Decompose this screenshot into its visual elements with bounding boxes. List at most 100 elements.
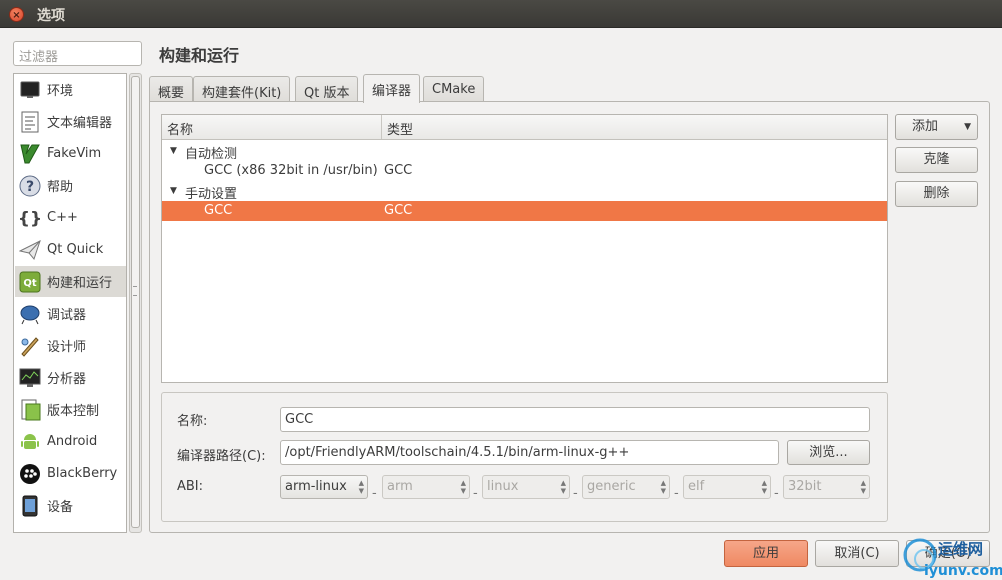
tree-group-auto[interactable]: ▼ 自动检测 [162,141,887,162]
sidebar-item-label: 帮助 [47,180,74,195]
spinner-arrows-icon: ▲ ▼ [860,479,866,495]
abi-flavor-select[interactable]: generic ▲ ▼ [582,475,670,499]
close-window-button[interactable]: × [9,7,24,22]
sidebar-scrollbar[interactable] [129,73,142,533]
sidebar-item-build-run[interactable]: Qt 构建和运行 [15,266,126,297]
sidebar-item-environment[interactable]: 环境 [15,74,126,105]
name-field[interactable]: GCC [280,407,870,432]
debugger-icon [19,303,41,325]
help-icon: ? [19,175,41,197]
browse-button[interactable]: 浏览... [787,440,870,465]
device-icon [19,495,41,517]
sidebar-item-qt-quick[interactable]: Qt Quick [15,234,126,265]
clone-button[interactable]: 克隆 [895,147,978,173]
tab-cmake[interactable]: CMake [423,76,485,102]
delete-button[interactable]: 删除 [895,181,978,207]
sidebar-item-fakevim[interactable]: FakeVim [15,138,126,169]
window-title: 选项 [37,8,65,24]
fakevim-icon [19,143,41,165]
sidebar-item-label: 设备 [47,500,74,515]
abi-label: ABI: [177,479,204,494]
column-header-name[interactable]: 名称 [162,115,382,139]
apply-button[interactable]: 应用 [724,540,808,567]
version-control-icon [19,399,41,421]
abi-architecture-select[interactable]: arm ▲ ▼ [382,475,470,499]
abi-value: linux [487,479,519,494]
sidebar-item-label: 版本控制 [47,404,100,419]
table-row-selected[interactable]: GCC GCC [162,201,887,221]
abi-separator: - [774,486,779,501]
filter-input[interactable]: 过滤器 [13,41,142,66]
paper-plane-icon [19,239,41,261]
compiler-path-field[interactable]: /opt/FriendlyARM/toolschain/4.5.1/bin/ar… [280,440,779,465]
sidebar-item-label: 调试器 [47,308,87,323]
watermark-logo: 运维网 iyunv.com [902,533,1002,580]
sidebar-item-cpp[interactable]: {} C++ [15,202,126,233]
tab-overview[interactable]: 概要 [149,76,194,102]
tab-kits[interactable]: 构建套件(Kit) [193,76,291,102]
abi-separator: - [674,486,679,501]
spinner-arrows-icon: ▲ ▼ [560,479,566,495]
tab-compilers[interactable]: 编译器 [363,74,421,103]
expand-arrow-icon[interactable]: ▼ [170,186,177,196]
sidebar-item-version-control[interactable]: 版本控制 [15,394,126,425]
page-title: 构建和运行 [159,46,240,65]
sidebar-item-android[interactable]: Android [15,426,126,457]
abi-width-select[interactable]: 32bit ▲ ▼ [783,475,870,499]
sidebar-item-label: 设计师 [47,340,87,355]
tab-qt-versions[interactable]: Qt 版本 [295,76,359,102]
sidebar-item-blackberry[interactable]: BlackBerry [15,458,126,489]
abi-separator: - [372,486,377,501]
sidebar-item-label: 构建和运行 [47,276,113,291]
qt-build-icon: Qt [19,271,41,293]
sidebar-item-analyzer[interactable]: 分析器 [15,362,126,393]
svg-text:?: ? [26,179,34,195]
add-button[interactable]: 添加 ▼ [895,114,978,140]
expand-arrow-icon[interactable]: ▼ [170,146,177,156]
compiler-name: GCC (x86 32bit in /usr/bin) [204,163,378,178]
category-list: 环境 文本编辑器 FakeVim ? 帮助 {} C++ Qt Quick Qt… [13,73,127,533]
scrollbar-thumb[interactable] [131,76,140,528]
sidebar-item-label: 文本编辑器 [47,116,113,131]
abi-select-custom[interactable]: arm-linux ▲ ▼ [280,475,368,499]
splitter-handle[interactable] [133,286,137,296]
sidebar-item-help[interactable]: ? 帮助 [15,170,126,201]
compiler-type: GCC [384,203,413,218]
add-button-label: 添加 [912,119,939,134]
spinner-arrows-icon: ▲ ▼ [660,479,666,495]
svg-text:{}: {} [19,209,41,229]
table-row[interactable]: GCC (x86 32bit in /usr/bin) GCC [162,161,887,181]
text-editor-icon [19,111,41,133]
tree-header: 名称 类型 [162,115,887,140]
column-header-type[interactable]: 类型 [382,115,887,139]
tree-group-manual[interactable]: ▼ 手动设置 [162,181,887,202]
group-label: 手动设置 [185,187,238,202]
sidebar-item-label: FakeVim [47,146,102,161]
cancel-button[interactable]: 取消(C) [815,540,899,567]
spinner-arrows-icon: ▲ ▼ [460,479,466,495]
blackberry-icon [19,463,41,485]
sidebar-item-debugger[interactable]: 调试器 [15,298,126,329]
spinner-arrows-icon: ▲ ▼ [761,479,767,495]
group-label: 自动检测 [185,147,238,162]
abi-format-select[interactable]: elf ▲ ▼ [683,475,771,499]
sidebar-item-label: 环境 [47,84,74,99]
sidebar-item-label: Android [47,434,98,449]
compiler-type: GCC [384,163,413,178]
monitor-icon [19,79,41,101]
sidebar-item-designer[interactable]: 设计师 [15,330,126,361]
sidebar-item-device[interactable]: 设备 [15,490,126,521]
sidebar-item-label: BlackBerry [47,466,118,481]
sidebar-item-text-editor[interactable]: 文本编辑器 [15,106,126,137]
svg-text:Qt: Qt [23,278,37,289]
abi-value: generic [587,479,636,494]
watermark-line1: 运维网 [938,540,983,558]
compiler-name: GCC [204,203,233,218]
analyzer-icon [19,367,41,389]
abi-separator: - [573,486,578,501]
android-icon [19,431,41,453]
abi-os-select[interactable]: linux ▲ ▼ [482,475,570,499]
compiler-path-label: 编译器路径(C): [177,449,266,464]
abi-value: arm-linux [285,479,347,494]
compiler-tree[interactable]: 名称 类型 ▼ 自动检测 GCC (x86 32bit in /usr/bin)… [161,114,888,383]
